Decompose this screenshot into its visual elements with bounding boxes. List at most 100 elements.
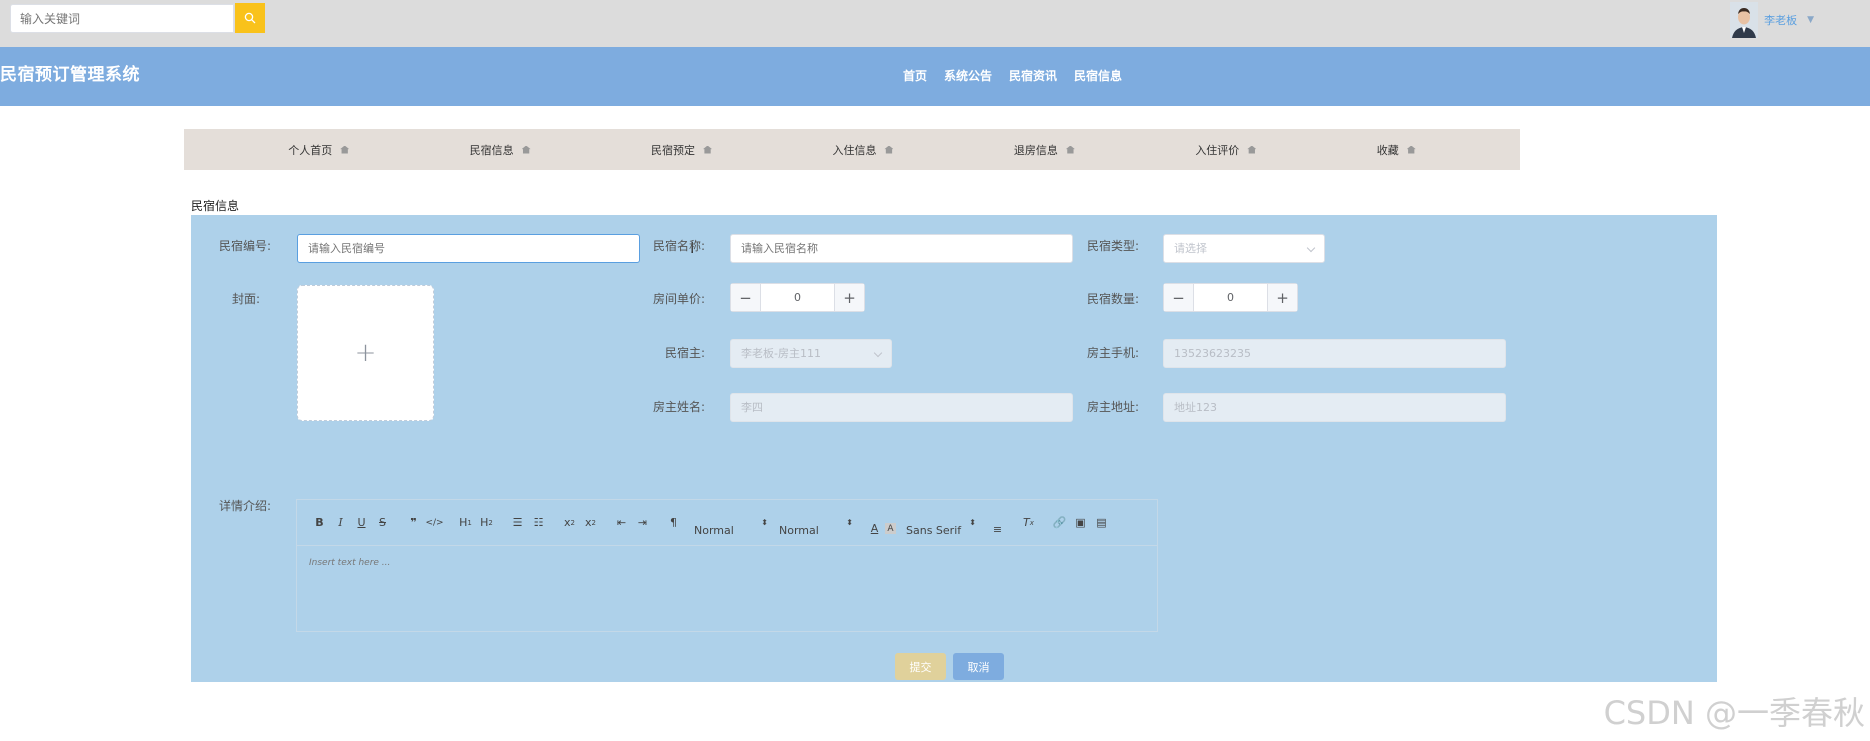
submit-button[interactable]: 提交 xyxy=(895,653,946,680)
bullet-list-icon[interactable]: ☷ xyxy=(528,514,549,532)
name-label: 民宿名称: xyxy=(652,239,705,253)
type-label: 民宿类型: xyxy=(1086,239,1139,253)
size-select[interactable]: Normal ⬍ xyxy=(779,518,853,540)
increment-button[interactable]: + xyxy=(1267,284,1297,311)
plus-icon: + xyxy=(354,338,377,368)
code-label: 民宿编号: xyxy=(218,239,271,253)
nav-home[interactable]: 首页 xyxy=(903,67,927,84)
subnav-label: 民宿信息 xyxy=(469,143,514,157)
page-title: 民宿信息 xyxy=(191,199,240,213)
code-block-icon[interactable]: </> xyxy=(424,514,445,532)
bold-icon[interactable]: B xyxy=(309,514,330,532)
subnav-item-booking[interactable]: 民宿预定 xyxy=(651,142,713,158)
quantity-value[interactable]: 0 xyxy=(1194,284,1267,311)
subnav-item-homestay[interactable]: 民宿信息 xyxy=(470,142,531,158)
type-select[interactable]: 请选择 xyxy=(1163,234,1325,263)
owner-phone-label: 房主手机: xyxy=(1086,346,1139,360)
video-icon[interactable]: ▤ xyxy=(1091,514,1112,532)
home-icon xyxy=(521,145,531,154)
owner-name-field[interactable]: 李四 xyxy=(730,393,1073,422)
header2-icon[interactable]: H2 xyxy=(476,514,497,532)
subnav-item-checkout[interactable]: 退房信息 xyxy=(1014,142,1075,158)
subnav-label: 入住评价 xyxy=(1195,143,1240,157)
home-icon xyxy=(1247,145,1257,154)
editor-content[interactable]: Insert text here ... xyxy=(296,545,1158,632)
nav-announcements[interactable]: 系统公告 xyxy=(944,67,992,84)
decrement-button[interactable]: − xyxy=(731,284,761,311)
owner-select[interactable]: 李老板-房主111 xyxy=(730,339,892,368)
avatar xyxy=(1730,2,1759,38)
ordered-list-icon[interactable]: ☰ xyxy=(507,514,528,532)
home-icon xyxy=(1406,145,1416,154)
price-stepper[interactable]: − 0 + xyxy=(730,283,865,312)
editor-toolbar: B I U S ❞ </> H1 H2 ☰ ☷ x2 x2 ⇤ ⇥ ¶ Norm… xyxy=(296,499,1158,545)
name-input[interactable] xyxy=(730,234,1073,263)
decrement-button[interactable]: − xyxy=(1164,284,1194,311)
header1-icon[interactable]: H1 xyxy=(455,514,476,532)
nav-news[interactable]: 民宿资讯 xyxy=(1009,67,1057,84)
top-bar: 李老板 ▼ xyxy=(0,0,1870,47)
form-panel: 民宿编号: I 民宿名称: 民宿类型: 请选择 封面: + 房间单价: − 0 … xyxy=(191,215,1717,682)
price-value[interactable]: 0 xyxy=(761,284,834,311)
superscript-icon[interactable]: x2 xyxy=(580,514,601,532)
blockquote-icon[interactable]: ❞ xyxy=(403,514,424,532)
cover-label: 封面: xyxy=(231,292,260,306)
align-icon[interactable]: ≡ xyxy=(987,521,1008,539)
code-input[interactable] xyxy=(297,234,640,263)
sub-nav: 个人首页 民宿信息 民宿预定 入住信息 退房信息 入住评价 收藏 xyxy=(184,129,1520,170)
chevron-down-icon[interactable]: ▼ xyxy=(1807,15,1814,25)
link-icon[interactable]: 🔗 xyxy=(1049,514,1070,532)
font-select-value: Sans Serif xyxy=(906,524,962,537)
home-icon xyxy=(884,145,894,154)
rich-text-editor: B I U S ❞ </> H1 H2 ☰ ☷ x2 x2 ⇤ ⇥ ¶ Norm… xyxy=(296,499,1158,632)
underline-icon[interactable]: U xyxy=(351,514,372,532)
text-direction-icon[interactable]: ¶ xyxy=(663,514,684,532)
user-name: 李老板 xyxy=(1764,14,1798,27)
subnav-label: 民宿预定 xyxy=(651,143,696,157)
subscript-icon[interactable]: x2 xyxy=(559,514,580,532)
image-icon[interactable]: ▣ xyxy=(1070,514,1091,532)
text-color-icon[interactable]: A xyxy=(864,520,885,538)
subnav-label: 入住信息 xyxy=(832,143,877,157)
updown-icon: ⬍ xyxy=(761,518,768,527)
detail-label: 详情介绍: xyxy=(218,499,271,513)
outdent-icon[interactable]: ⇤ xyxy=(611,514,632,532)
nav-homestay-info[interactable]: 民宿信息 xyxy=(1074,67,1122,84)
owner-label: 民宿主: xyxy=(664,346,705,360)
search-input[interactable] xyxy=(10,4,234,33)
header-select-value: Normal xyxy=(694,524,734,537)
italic-icon[interactable]: I xyxy=(330,514,351,532)
font-select[interactable]: Sans Serif ⬍ xyxy=(906,518,976,540)
indent-icon[interactable]: ⇥ xyxy=(632,514,653,532)
subnav-label: 收藏 xyxy=(1376,143,1399,157)
owner-name-label: 房主姓名: xyxy=(652,400,705,414)
site-title: 民宿预订管理系统 xyxy=(0,65,140,85)
owner-phone-field[interactable]: 13523623235 xyxy=(1163,339,1506,368)
cover-uploader[interactable]: + xyxy=(297,285,434,421)
subnav-label: 退房信息 xyxy=(1013,143,1058,157)
clear-format-icon[interactable]: Tx xyxy=(1018,514,1039,532)
site-header: 民宿预订管理系统 首页 系统公告 民宿资讯 民宿信息 xyxy=(0,47,1870,106)
subnav-item-reviews[interactable]: 入住评价 xyxy=(1195,142,1257,158)
user-menu[interactable]: 李老板 ▼ xyxy=(1730,2,1814,38)
size-select-value: Normal xyxy=(779,524,819,537)
home-icon xyxy=(703,145,713,154)
cancel-button[interactable]: 取消 xyxy=(953,653,1004,680)
owner-address-label: 房主地址: xyxy=(1086,400,1139,414)
increment-button[interactable]: + xyxy=(834,284,864,311)
owner-address-field[interactable]: 地址123 xyxy=(1163,393,1506,422)
price-label: 房间单价: xyxy=(652,292,705,306)
quantity-stepper[interactable]: − 0 + xyxy=(1163,283,1298,312)
subnav-item-favorites[interactable]: 收藏 xyxy=(1377,142,1416,158)
updown-icon: ⬍ xyxy=(846,518,853,527)
updown-icon: ⬍ xyxy=(969,518,976,527)
subnav-item-checkin[interactable]: 入住信息 xyxy=(832,142,894,158)
header-select[interactable]: Normal ⬍ xyxy=(694,518,768,540)
strike-icon[interactable]: S xyxy=(372,514,393,532)
subnav-item-profile[interactable]: 个人首页 xyxy=(288,142,350,158)
search-button[interactable] xyxy=(235,3,265,33)
quantity-label: 民宿数量: xyxy=(1086,292,1139,306)
background-color-icon[interactable]: A xyxy=(885,523,896,534)
watermark: CSDN @一季春秋 xyxy=(1603,694,1865,732)
main-nav: 首页 系统公告 民宿资讯 民宿信息 xyxy=(903,67,1122,84)
